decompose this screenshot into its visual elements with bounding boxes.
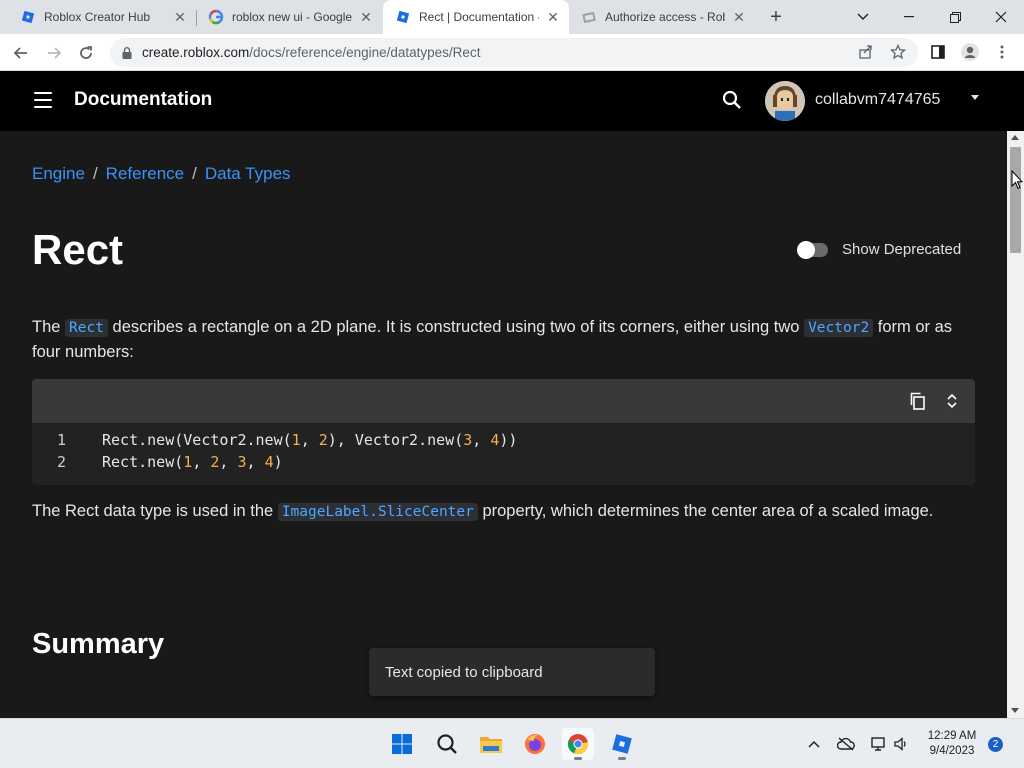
roblox-studio-icon [395,9,411,25]
breadcrumb-separator: / [92,164,98,183]
file-explorer-icon[interactable] [475,728,507,760]
scroll-down-arrow-icon[interactable] [1011,708,1019,713]
site-header: Documentation collabvm7474765 [0,71,1024,131]
back-arrow-icon[interactable] [8,40,34,66]
forward-arrow-icon[interactable] [41,40,67,66]
clock-time: 12:29 AM [927,730,977,742]
close-window-button[interactable] [978,0,1024,34]
chevron-down-icon[interactable] [971,95,979,100]
network-icon[interactable] [869,735,887,753]
url-text: create.roblox.com/docs/reference/engine/… [142,45,481,60]
browser-toolbar: create.roblox.com/docs/reference/engine/… [0,34,1024,71]
tab-authorize-access[interactable]: Authorize access - Rob ✕ [569,0,755,34]
code-block: 1 Rect.new(Vector2.new(1, 2), Vector2.new… [32,379,975,485]
close-icon[interactable]: ✕ [172,9,188,25]
notification-badge[interactable]: 2 [988,737,1003,752]
tab-title: Roblox Creator Hub [44,10,151,24]
code-line: 2 Rect.new(1, 2, 3, 4) [56,453,283,471]
clock-date: 9/4/2023 [929,745,975,757]
vector2-type-link[interactable]: Vector2 [804,319,874,337]
firefox-icon[interactable] [519,728,551,760]
intro-paragraph: The Rect describes a rectangle on a 2D p… [32,318,953,361]
onedrive-offline-icon[interactable] [837,735,855,753]
breadcrumb-data-types[interactable]: Data Types [205,164,291,184]
breadcrumb-reference[interactable]: Reference [106,164,184,184]
copy-icon[interactable] [908,391,928,411]
expand-icon[interactable] [942,391,962,411]
usage-paragraph: The Rect data type is used in the ImageL… [32,502,934,521]
search-icon[interactable] [431,728,463,760]
slicecenter-property-link[interactable]: ImageLabel.SliceCenter [277,503,478,521]
restore-button[interactable] [932,0,978,34]
share-icon[interactable] [856,42,876,62]
minimize-button[interactable] [886,0,932,34]
chevron-up-icon[interactable] [805,735,823,753]
page-scrollbar[interactable] [1007,131,1024,718]
doc-content: Engine / Reference / Data Types Rect Sho… [0,131,1007,718]
tab-roblox-creator-hub[interactable]: Roblox Creator Hub ✕ [8,0,196,34]
reload-icon[interactable] [73,40,99,66]
search-icon[interactable] [720,88,744,112]
google-icon [208,9,224,25]
page-title: Rect [32,226,124,273]
tab-google-search[interactable]: roblox new ui - Google ✕ [196,0,382,34]
rect-type-link[interactable]: Rect [65,319,108,337]
tab-title: roblox new ui - Google [232,10,352,24]
chrome-icon[interactable] [562,728,594,760]
breadcrumb: Engine / Reference / Data Types [32,164,291,184]
show-deprecated-toggle[interactable] [797,241,828,259]
summary-heading: Summary [32,628,165,660]
windows-start-icon[interactable] [386,728,418,760]
volume-icon[interactable] [892,735,910,753]
profile-icon[interactable] [960,42,980,62]
tab-rect-documentation[interactable]: Rect | Documentation - ✕ [383,0,569,34]
site-title[interactable]: Documentation [74,89,212,111]
roblox-studio-icon[interactable] [606,728,638,760]
code-line: 1 Rect.new(Vector2.new(1, 2), Vector2.new… [56,431,518,449]
breadcrumb-engine[interactable]: Engine [32,164,85,184]
hamburger-menu-icon[interactable] [34,92,54,108]
tab-title: Authorize access - Rob [605,10,725,24]
scrollbar-thumb[interactable] [1010,147,1021,253]
tab-title: Rect | Documentation - [419,10,539,24]
bookmark-star-icon[interactable] [888,42,908,62]
show-deprecated-label: Show Deprecated [842,241,962,258]
close-icon[interactable]: ✕ [731,9,747,25]
copied-toast: Text copied to clipboard [369,648,655,696]
more-menu-icon[interactable] [992,42,1012,62]
scroll-up-arrow-icon[interactable] [1011,135,1019,140]
browser-tab-strip: Roblox Creator Hub ✕ roblox new ui - Goo… [0,0,1024,34]
lock-icon[interactable] [120,46,134,60]
breadcrumb-separator: / [192,164,197,183]
tab-search-chevron-icon[interactable] [840,0,886,34]
avatar[interactable] [765,81,805,121]
close-icon[interactable]: ✕ [358,9,374,25]
authorize-icon [581,9,597,25]
system-clock[interactable]: 12:29 AM 9/4/2023 [920,729,984,759]
username[interactable]: collabvm7474765 [815,91,940,109]
address-bar[interactable]: create.roblox.com/docs/reference/engine/… [110,38,918,67]
close-icon[interactable]: ✕ [545,9,561,25]
code-block-header [32,379,975,423]
new-tab-button[interactable]: + [764,5,788,29]
taskbar: 12:29 AM 9/4/2023 2 [0,718,1024,768]
side-panel-icon[interactable] [928,42,948,62]
mouse-cursor-icon [1011,170,1023,190]
roblox-studio-icon [20,9,36,25]
